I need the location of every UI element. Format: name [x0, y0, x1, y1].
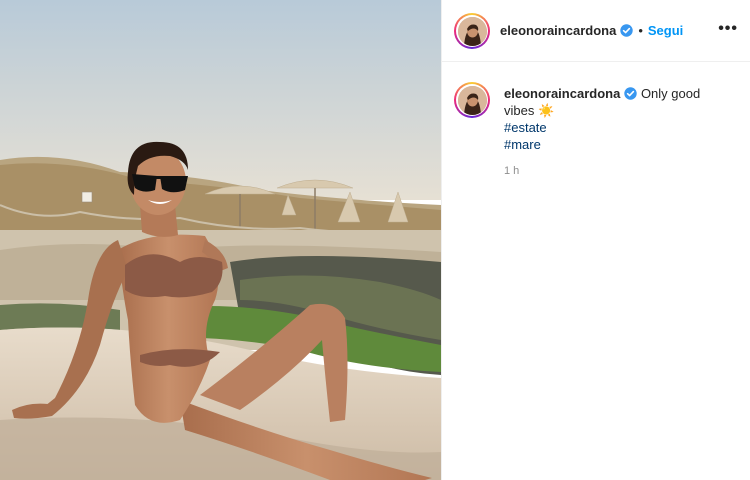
post-side-panel: eleonoraincardona • Segui ••• eleonorainc… [441, 0, 750, 480]
verified-badge-icon [624, 87, 638, 100]
avatar[interactable] [454, 13, 490, 49]
post-timestamp: 1 h [504, 165, 520, 177]
post-caption: eleonoraincardona Only good vibes ☀️ #es… [504, 85, 734, 153]
verified-badge-icon [620, 24, 634, 37]
hashtag-mare[interactable]: #mare [504, 136, 734, 153]
post-photo[interactable] [0, 0, 441, 480]
follow-button[interactable]: Segui [648, 23, 683, 38]
avatar-portrait-icon [457, 85, 487, 115]
separator-dot: • [638, 23, 643, 38]
more-options-icon[interactable]: ••• [718, 21, 738, 37]
instagram-post: eleonoraincardona • Segui ••• eleonorainc… [0, 0, 750, 480]
caption-avatar[interactable] [454, 82, 490, 118]
caption-username[interactable]: eleonoraincardona [504, 86, 620, 101]
post-header: eleonoraincardona • Segui ••• [442, 0, 750, 62]
beach-photo-illustration [0, 0, 441, 480]
sun-emoji-icon: ☀️ [537, 103, 555, 118]
header-user-line: eleonoraincardona • Segui [500, 22, 683, 40]
hashtag-estate[interactable]: #estate [504, 119, 734, 136]
header-username[interactable]: eleonoraincardona [500, 23, 616, 38]
avatar-portrait-icon [457, 16, 487, 46]
